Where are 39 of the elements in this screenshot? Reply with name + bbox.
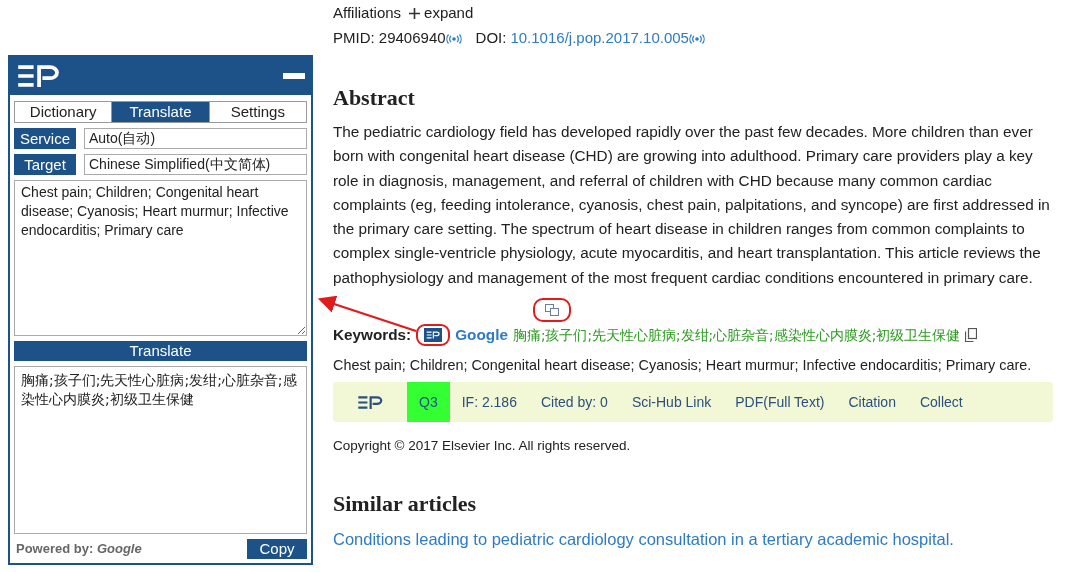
plus-icon	[409, 7, 421, 19]
metric-text: Cited by: 0	[539, 392, 609, 412]
affiliations-label: Affiliations	[333, 2, 402, 23]
metric-text: IF: 2.186	[460, 392, 518, 412]
doi-label: DOI:	[475, 27, 507, 48]
source-text-area[interactable]: Chest pain; Children; Congenital heart disease; Cyanosis; Heart murmur; Infective endocarditis; Primary care	[14, 180, 307, 336]
abstract-heading: Abstract	[333, 84, 416, 112]
abstract-paragraph: The pediatric cardiology field has developed rapidly over the past few decades. More children than ever born with congenital heart disease (CHD) are growing into adulthood. Primary care providers play a key role in diagnosis, management, and referral of children with CHD because many common cardiac complaints (eg, feeding intolerance, cyanosis, chest pain, palpitations, and syncope) are first addressed in the primary care setting. The spectrum of heart disease in children ranges from common complaints to complex single-ventricle physiology, acute myocarditis, and heart transplantation. This article reviews the pathophysiology and management of the most frequent cardiac conditions encountered in primary care.	[333, 122, 1051, 288]
article-link[interactable]: Conditions leading to pediatric cardiology consultation in a tertiary academic hospital.	[333, 527, 1053, 553]
select-field[interactable]: Chinese Simplified(中文简体)	[84, 154, 307, 175]
toolbar-link[interactable]: Collect	[907, 391, 975, 413]
similar-heading: Similar articles	[333, 490, 478, 519]
copyright-text: Copyright © 2017 Elsevier Inc. All rights reserved.	[333, 437, 632, 456]
translator-logo-icon	[424, 328, 443, 343]
copy-button[interactable]: Copy	[247, 539, 307, 559]
expand-link[interactable]: expand	[409, 1, 474, 25]
toolbar-link[interactable]: Sci-Hub Link	[619, 391, 724, 413]
keywords-text: Chest pain; Children; Congenital heart disease; Cyanosis; Heart murmur; Infective endocarditis; Primary care.	[333, 356, 1033, 376]
toolbar-link[interactable]: Citation	[836, 391, 908, 413]
tab[interactable]: Translate	[112, 102, 210, 122]
select-field[interactable]: Auto(自动)	[84, 128, 307, 149]
translate-icon[interactable]	[545, 304, 559, 317]
logo-icon	[16, 65, 60, 87]
quartile-badge: Q3	[407, 382, 450, 423]
copy-icon[interactable]	[965, 328, 978, 343]
broadcast-icon[interactable]	[688, 34, 705, 44]
result-text-area[interactable]: 胸痛;孩子们;先天性心脏病;发绀;心脏杂音;感染性心内膜炎;初级卫生保健	[14, 366, 307, 534]
field-label: Target	[14, 154, 76, 175]
toolbar-link[interactable]: PDF(Full Text)	[723, 391, 837, 413]
keywords-label: Keywords:	[333, 324, 412, 345]
service-link[interactable]: Google	[455, 323, 508, 347]
logo-icon	[357, 395, 383, 409]
doi-link[interactable]: 10.1016/j.pop.2017.10.005	[510, 26, 689, 50]
powered-by-text: Powered by: Google	[15, 540, 142, 559]
keywords-translation: 胸痛;孩子们;先天性心脏病;发绀;心脏杂音;感染性心内膜炎;初级卫生保健	[512, 325, 961, 345]
broadcast-icon[interactable]	[445, 34, 462, 44]
field-label: Service	[14, 128, 76, 149]
translate-button[interactable]: Translate	[14, 341, 307, 361]
pmid-text: PMID: 29406940	[333, 27, 446, 48]
